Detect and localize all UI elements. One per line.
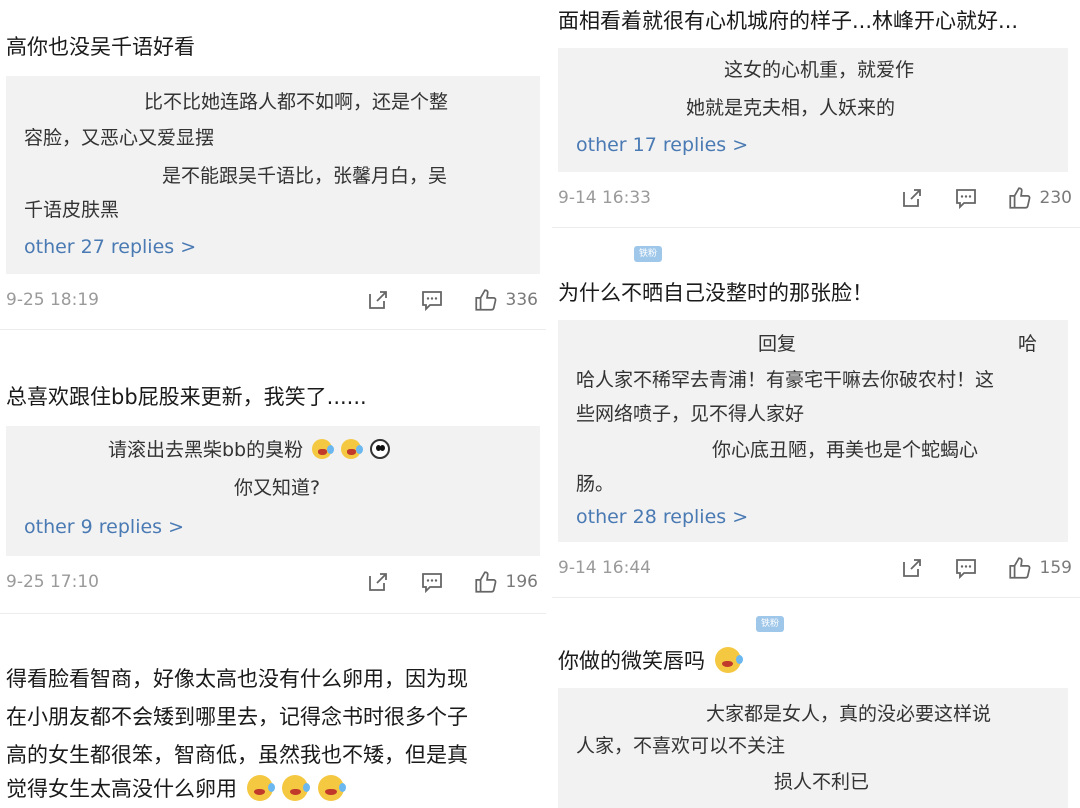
like-count: 159 xyxy=(1039,558,1072,578)
like-count: 196 xyxy=(505,572,538,592)
reply-line: 大家都是女人，真的没必要这样说 xyxy=(706,703,992,725)
more-replies-link[interactable]: other 9 replies > xyxy=(24,516,184,538)
comment-icon[interactable] xyxy=(418,568,446,596)
right-column: 面相看着就很有心机城府的样子...林峰开心就好... 这女的心机重，就爱作 她就… xyxy=(552,0,1080,808)
reply-line: 你又知道? xyxy=(234,477,321,499)
comment-time: 9-14 16:44 xyxy=(558,558,651,578)
sweat-emoji xyxy=(714,647,743,673)
comment-item: 面相看着就很有心机城府的样子...林峰开心就好... 这女的心机重，就爱作 她就… xyxy=(552,0,1080,228)
share-icon[interactable] xyxy=(364,286,392,314)
reply-line: 比不比她连路人都不如啊，还是个整 xyxy=(144,91,449,113)
comment-text: 总喜欢跟住bb屁股来更新，我笑了...... xyxy=(6,385,367,409)
crying-emoji xyxy=(318,775,347,801)
action-bar: 159 xyxy=(872,554,1072,582)
reply-line: 千语皮肤黑 xyxy=(24,199,120,221)
comment-time: 9-25 18:19 xyxy=(6,290,99,310)
more-replies-link[interactable]: other 28 replies > xyxy=(576,506,748,528)
comment-item: 总喜欢跟住bb屁股来更新，我笑了...... 请滚出去黑柴bb的臭粉 你又知道?… xyxy=(0,330,546,614)
action-bar: 230 xyxy=(872,184,1072,212)
reply-box[interactable]: 请滚出去黑柴bb的臭粉 你又知道? other 9 replies > xyxy=(6,426,540,556)
crying-emoji xyxy=(312,439,335,459)
comment-item: 高你也没吴千语好看 比不比她连路人都不如啊，还是个整 容脸，又恶心又爱显摆 是不… xyxy=(0,0,546,330)
comment-meta: 9-14 16:44 159 xyxy=(552,552,1080,588)
reply-line: 些网络喷子，见不得人家好 xyxy=(576,403,805,425)
comment-time: 9-25 17:10 xyxy=(6,572,99,592)
fan-badge: 铁粉 xyxy=(634,246,662,262)
comment-line: 觉得女生太高没什么卵用 xyxy=(6,772,347,806)
like-count: 336 xyxy=(505,290,538,310)
action-bar: 196 xyxy=(338,568,538,596)
like-icon[interactable] xyxy=(1006,554,1034,582)
reply-line: 这女的心机重，就爱作 xyxy=(724,59,915,81)
reply-box[interactable]: 比不比她连路人都不如啊，还是个整 容脸，又恶心又爱显摆 是不能跟吴千语比，张馨月… xyxy=(6,76,540,274)
comment-line: 高的女生都很笨，智商低，虽然我也不矮，但是真 xyxy=(6,743,468,767)
left-column: 高你也没吴千语好看 比不比她连路人都不如啊，还是个整 容脸，又恶心又爱显摆 是不… xyxy=(0,0,546,808)
reply-box[interactable]: 回复 哈 哈人家不稀罕去青浦！有豪宅干嘛去你破农村！这 些网络喷子，见不得人家好… xyxy=(558,320,1068,542)
comment-icon[interactable] xyxy=(952,184,980,212)
more-replies-link[interactable]: other 27 replies > xyxy=(24,236,196,258)
comment-text: 面相看着就很有心机城府的样子...林峰开心就好... xyxy=(558,9,1019,33)
like-icon[interactable] xyxy=(472,568,500,596)
reply-line: 容脸，又恶心又爱显摆 xyxy=(24,127,215,149)
comment-icon[interactable] xyxy=(418,286,446,314)
reply-line: 是不能跟吴千语比，张馨月白，吴 xyxy=(162,165,448,187)
reply-line: 人家，不喜欢可以不关注 xyxy=(576,735,786,757)
reply-box[interactable]: 这女的心机重，就爱作 她就是克夫相，人妖来的 other 17 replies … xyxy=(558,48,1068,172)
fan-badge: 铁粉 xyxy=(756,616,784,632)
like-count: 230 xyxy=(1039,188,1072,208)
comment-text: 高你也没吴千语好看 xyxy=(6,35,195,59)
reply-line: 请滚出去黑柴bb的臭粉 xyxy=(108,432,391,468)
comment-time: 9-14 16:33 xyxy=(558,188,651,208)
comment-item: 铁粉 你做的微笑唇吗 大家都是女人，真的没必要这样说 人家，不喜欢可以不关注 损… xyxy=(552,598,1080,808)
crying-emoji xyxy=(341,439,364,459)
reply-line: 肠。 xyxy=(576,473,615,495)
crying-emoji xyxy=(282,775,311,801)
reply-line: 损人不利已 xyxy=(774,771,870,793)
share-icon[interactable] xyxy=(898,184,926,212)
comment-item: 铁粉 为什么不晒自己没整时的那张脸！ 回复 哈 哈人家不稀罕去青浦！有豪宅干嘛去… xyxy=(552,228,1080,598)
reply-line: 哈人家不稀罕去青浦！有豪宅干嘛去你破农村！这 xyxy=(576,369,995,391)
comment-meta: 9-14 16:33 230 xyxy=(552,182,1080,218)
share-icon[interactable] xyxy=(898,554,926,582)
like-icon[interactable] xyxy=(472,286,500,314)
comment-line: 在小朋友都不会矮到哪里去，记得念书时很多个子 xyxy=(6,705,468,729)
comment-meta: 9-25 17:10 196 xyxy=(0,566,546,602)
comment-text: 为什么不晒自己没整时的那张脸！ xyxy=(558,281,873,305)
share-icon[interactable] xyxy=(364,568,392,596)
reply-line: 她就是克夫相，人妖来的 xyxy=(686,97,896,119)
panda-emoji xyxy=(370,439,391,459)
like-icon[interactable] xyxy=(1006,184,1034,212)
comment-line: 得看脸看智商，好像太高也没有什么卵用，因为现 xyxy=(6,667,468,691)
action-bar: 336 xyxy=(338,286,538,314)
crying-emoji xyxy=(246,775,275,801)
comment-icon[interactable] xyxy=(952,554,980,582)
comment-text: 你做的微笑唇吗 xyxy=(558,644,743,678)
reply-line: 你心底丑陋，再美也是个蛇蝎心 xyxy=(712,439,979,461)
reply-prefix: 回复 xyxy=(758,333,797,355)
reply-suffix: 哈 xyxy=(1018,333,1038,355)
comment-item: 得看脸看智商，好像太高也没有什么卵用，因为现 在小朋友都不会矮到哪里去，记得念书… xyxy=(0,614,546,808)
more-replies-link[interactable]: other 17 replies > xyxy=(576,134,748,156)
comment-meta: 9-25 18:19 336 xyxy=(0,284,546,320)
reply-box[interactable]: 大家都是女人，真的没必要这样说 人家，不喜欢可以不关注 损人不利已 xyxy=(558,688,1068,808)
